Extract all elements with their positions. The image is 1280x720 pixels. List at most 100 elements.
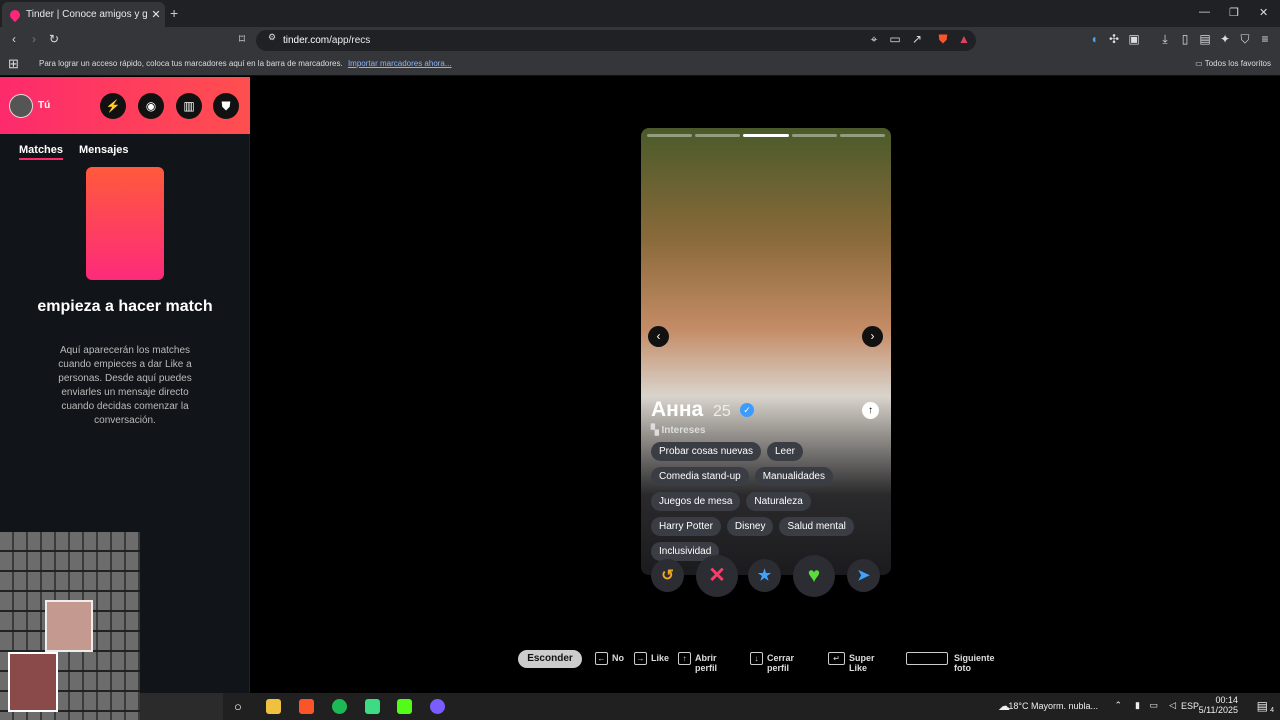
spotify-icon[interactable]	[332, 699, 347, 714]
kick-icon[interactable]	[397, 699, 412, 714]
avatar[interactable]	[9, 94, 33, 118]
share-icon[interactable]: ↗	[909, 32, 925, 46]
overlay-face-image	[45, 600, 93, 652]
next-photo-icon[interactable]: ›	[862, 326, 883, 347]
tinder-flame-icon	[7, 7, 23, 22]
user-label[interactable]: Tú	[38, 100, 50, 111]
interest-chip: Juegos de mesa	[651, 492, 741, 511]
url-host: tinder.com	[283, 35, 330, 46]
minimize-icon[interactable]: —	[1199, 6, 1210, 18]
webcam-overlay	[8, 652, 58, 712]
brave-shields-icon[interactable]: ⛊	[935, 32, 951, 47]
window-close-icon[interactable]: ✕	[1259, 6, 1268, 19]
bookmarks-bar: ⊞ Para lograr un acceso rápido, coloca t…	[0, 53, 1280, 76]
clock[interactable]: 00:14 5/11/2025	[1199, 695, 1238, 715]
notification-count: 4	[1270, 707, 1274, 714]
download-icon[interactable]: ⤓	[1157, 32, 1173, 47]
cast-icon[interactable]: ▭	[887, 32, 903, 46]
site-settings-icon[interactable]: ⚙	[264, 32, 280, 43]
interest-chip: Salud mental	[779, 517, 854, 536]
wallet-icon[interactable]: ▤	[1197, 32, 1213, 46]
import-bookmarks-link[interactable]: Importar marcadores ahora...	[348, 59, 452, 68]
like-button[interactable]: ♥	[793, 555, 835, 597]
volume-icon[interactable]: ◁	[1169, 700, 1176, 711]
interest-chip: Manualidades	[754, 467, 833, 486]
file-explorer-icon[interactable]	[266, 699, 281, 714]
weather-text[interactable]: 18°C Mayorm. nubla...	[1008, 701, 1098, 711]
notifications-icon[interactable]: ▤	[1257, 699, 1268, 713]
hint-close-profile: Cerrar perfil	[767, 653, 795, 673]
enter-key-icon: ↵	[828, 652, 845, 665]
empty-state-title: empieza a hacer match	[37, 298, 213, 315]
language-indicator[interactable]: ESP	[1181, 701, 1199, 711]
chevron-up-icon[interactable]: ⌃	[1114, 700, 1122, 711]
empty-match-card	[86, 167, 164, 280]
hide-hints-button[interactable]: Esconder	[518, 650, 582, 668]
hint-super-like: Super Like	[849, 653, 875, 673]
prev-photo-icon[interactable]: ‹	[648, 326, 669, 347]
reload-icon[interactable]: ↻	[46, 32, 62, 46]
taskbar-search[interactable]	[140, 693, 223, 720]
bookmark-icon[interactable]: ⌑	[234, 32, 250, 46]
briefcase-icon[interactable]: ▥	[176, 93, 202, 119]
tab-mensajes[interactable]: Mensajes	[79, 144, 129, 156]
open-profile-arrow-icon[interactable]: ↑	[862, 402, 879, 419]
folder-icon: ▭	[1195, 59, 1205, 68]
grid-icon: ▚	[651, 425, 662, 436]
down-key-icon: ↓	[750, 652, 763, 665]
hint-like: Like	[651, 653, 670, 663]
interest-chip: Naturaleza	[746, 492, 811, 511]
interests-label: ▚ Intereses	[651, 425, 705, 436]
empty-state-description: Aquí aparecerán los matches cuando empie…	[58, 345, 192, 426]
leo-ai-icon[interactable]: ✦	[1217, 32, 1233, 46]
interest-chip: Disney	[726, 517, 774, 536]
network-icon[interactable]: ▭	[1149, 700, 1158, 711]
task-view-icon[interactable]: ○	[234, 699, 242, 714]
speech-icon[interactable]: ◖	[1086, 32, 1102, 46]
bookmarks-hint: Para lograr un acceso rápido, coloca tus…	[39, 59, 452, 68]
hint-no: No	[612, 653, 624, 663]
android-studio-icon[interactable]	[365, 699, 380, 714]
sidebar-toggle-icon[interactable]: ▯	[1177, 32, 1193, 46]
boost-button[interactable]: ➤	[847, 559, 880, 592]
vpn-icon[interactable]: ⛉	[1237, 32, 1253, 47]
right-key-icon: →	[634, 652, 647, 665]
brave-icon[interactable]	[299, 699, 314, 714]
interest-chip: Harry Potter	[651, 517, 721, 536]
explore-icon[interactable]: ◉	[138, 93, 164, 119]
browser-toolbar: ‹ › ↻ ⌑ tinder.com/app/recs ⚙ ⌖ ▭ ↗ ⛊ ▲ …	[0, 27, 1280, 53]
rewind-icon: ↺	[661, 567, 674, 584]
tab-matches[interactable]: Matches	[19, 144, 64, 160]
verified-badge-icon: ✓	[740, 403, 754, 417]
nope-button[interactable]: ✕	[696, 555, 738, 597]
profile-card[interactable]: ‹ › Анна 25 ✓ ↑ ▚ Intereses Probar cosas…	[641, 128, 891, 575]
all-favorites-label: Todos los favoritos	[1204, 59, 1271, 68]
interests-list: Probar cosas nuevas Leer Comedia stand-u…	[651, 442, 886, 561]
boost-icon[interactable]: ⚡	[100, 93, 126, 119]
browser-profile-icon[interactable]	[430, 699, 445, 714]
extensions-icon[interactable]: ✣	[1106, 32, 1122, 46]
browser-tab[interactable]: Tinder | Conoce amigos y gente ✕	[2, 2, 165, 27]
location-icon[interactable]: ⌖	[866, 32, 882, 47]
mic-icon[interactable]: ▮	[1135, 700, 1140, 711]
send-icon: ➤	[857, 567, 870, 584]
hint-next-photo: Siguiente foto	[954, 653, 995, 673]
rewind-button[interactable]: ↺	[651, 559, 684, 592]
forward-icon[interactable]: ›	[26, 32, 42, 46]
super-like-button[interactable]: ★	[748, 559, 781, 592]
all-favorites-button[interactable]: ▭ Todos los favoritos	[1195, 59, 1271, 68]
back-icon[interactable]: ‹	[6, 32, 22, 46]
clock-time: 00:14	[1215, 695, 1238, 705]
photo-progress	[647, 134, 886, 137]
brave-rewards-icon[interactable]: ▲	[956, 32, 972, 46]
left-key-icon: ←	[595, 652, 608, 665]
new-tab-button[interactable]: +	[170, 5, 178, 21]
profile-age: 25	[713, 403, 731, 420]
safety-shield-icon[interactable]: ⛊	[213, 93, 239, 119]
restore-icon[interactable]: ❐	[1229, 6, 1239, 19]
tab-close-button[interactable]: ✕	[147, 8, 165, 21]
screenshot-icon[interactable]: ▣	[1126, 32, 1142, 46]
interest-chip: Leer	[766, 442, 803, 461]
menu-icon[interactable]: ≡	[1257, 32, 1273, 46]
apps-grid-icon[interactable]: ⊞	[8, 56, 19, 72]
